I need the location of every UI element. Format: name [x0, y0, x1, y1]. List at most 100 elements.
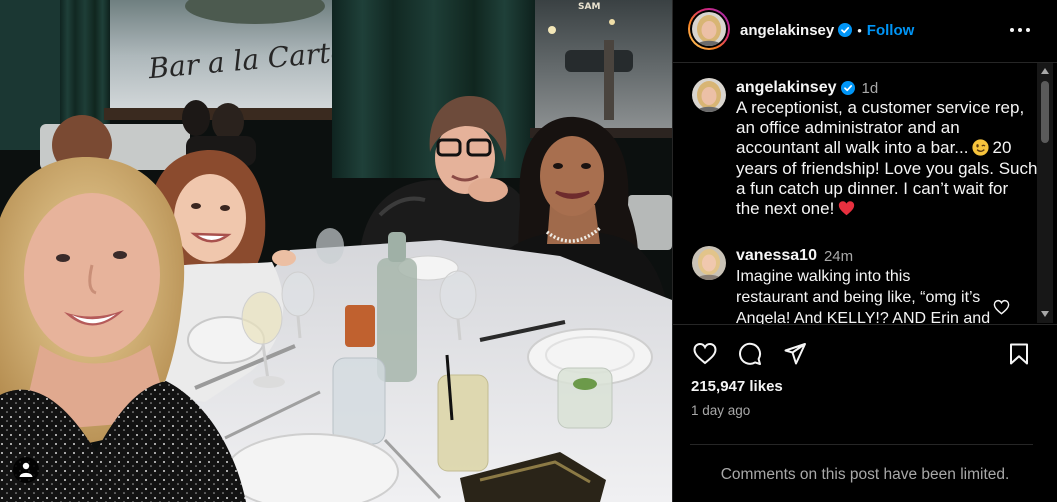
emoji-face — [972, 139, 990, 156]
winking-face-emoji — [972, 139, 990, 156]
avatar-face — [701, 87, 717, 105]
comment-text: Imagine walking into this restaurant and… — [736, 266, 991, 325]
woman-face — [174, 174, 246, 262]
wine-glass-stem — [296, 315, 302, 339]
woman-eye — [220, 205, 230, 211]
comment-line: Angela! And KELLY!? AND Erin and — [736, 310, 991, 325]
comment-line: restaurant and being like, “omg it’s — [736, 289, 981, 306]
woman-hand — [272, 250, 296, 266]
avatar-face — [701, 21, 717, 39]
wine-glass-bowl — [439, 270, 477, 320]
comments-scroll-area[interactable]: angelakinsey 1d A receptionist, a custom… — [673, 63, 1057, 325]
dot — [1018, 28, 1022, 32]
parked-car — [565, 50, 633, 72]
caption-line-with-emoji: accountant all walk into a bar... 20 — [736, 138, 1037, 158]
caption-user-row: angelakinsey 1d — [736, 78, 878, 98]
avatar — [692, 246, 726, 280]
wine-glass-bowl — [281, 271, 315, 317]
instagram-post-modal: Bar a la Carte SAM angelakinsey • Follow… — [0, 0, 1057, 502]
divider — [690, 444, 1033, 445]
wine-glass-bowl — [241, 291, 283, 345]
cocktail-glass — [557, 367, 613, 429]
background-diner-head — [182, 100, 210, 136]
avatar — [692, 12, 726, 46]
lemonade-glass — [437, 374, 489, 472]
caption-timestamp[interactable]: 1d — [862, 80, 879, 97]
caption-line: years of friendship! Love you gals. Such — [736, 158, 1038, 178]
dot — [1026, 28, 1030, 32]
woman-eye — [191, 203, 201, 209]
woman-eye — [113, 251, 127, 259]
comment-username[interactable]: vanessa10 — [736, 247, 817, 265]
comment-timestamp[interactable]: 24m — [824, 248, 853, 265]
comments-scrollbar[interactable] — [1037, 63, 1053, 323]
caption-line: a fun catch up dinner. I can’t wait for — [736, 178, 1009, 198]
street-light — [609, 19, 615, 25]
emoji-wink — [981, 145, 986, 147]
storefront-sign-text: SAM — [578, 2, 600, 12]
badge-circle — [838, 23, 853, 37]
profile-avatar-story-ring[interactable] — [688, 8, 730, 50]
woman-eye — [56, 254, 70, 262]
dot — [1010, 28, 1014, 32]
like-heart-icon[interactable] — [693, 342, 717, 366]
woman-eye — [553, 163, 563, 169]
comment-avatar[interactable] — [692, 246, 726, 280]
avatar — [692, 78, 726, 112]
caption-avatar[interactable] — [692, 78, 726, 112]
follow-button[interactable]: Follow — [867, 22, 915, 39]
comments-limited-notice: Comments on this post have been limited. — [720, 466, 1010, 483]
header-username[interactable]: angelakinsey — [740, 22, 834, 39]
caption-line-with-emoji: the next one! — [736, 199, 1037, 219]
more-options-icon[interactable] — [1009, 24, 1031, 36]
red-heart-emoji — [839, 201, 855, 216]
avatar-inner — [690, 10, 728, 48]
arrow-shape — [1041, 68, 1049, 74]
woman-eye — [581, 163, 591, 169]
post-header: angelakinsey • Follow — [673, 0, 1057, 63]
caption-line-text: the next one! — [736, 199, 835, 219]
mint-garnish — [573, 378, 597, 390]
plane-outline — [784, 343, 806, 365]
post-date[interactable]: 1 day ago — [691, 403, 750, 418]
header-separator: • — [857, 22, 862, 38]
bookmark-icon[interactable] — [1007, 342, 1031, 366]
tagged-users-icon[interactable] — [13, 457, 39, 483]
caption-line-text: accountant all walk into a bar... — [736, 138, 969, 158]
caption-line: A receptionist, a customer service rep, — [736, 98, 1025, 117]
post-details-panel: angelakinsey • Follow angelakinsey 1d A … — [672, 0, 1057, 502]
likes-count[interactable]: 215,947 likes — [691, 378, 783, 395]
arrow-shape — [1041, 311, 1049, 317]
water-bottle-neck — [388, 232, 406, 262]
caption-line: an office administrator and an — [736, 118, 960, 138]
scroll-down-arrow-icon[interactable] — [1040, 310, 1050, 318]
emoji-eye — [976, 144, 980, 148]
caption-line-text: 20 — [992, 138, 1012, 158]
bubble-outline — [739, 342, 762, 365]
heart-outline — [993, 299, 1010, 315]
post-photo[interactable]: Bar a la Carte SAM — [0, 0, 672, 502]
verified-badge-icon — [838, 23, 853, 37]
badge-circle — [840, 81, 855, 95]
comment-line: Imagine walking into this — [736, 268, 911, 285]
comment-like-heart-icon[interactable] — [993, 299, 1010, 315]
woman-face — [540, 136, 604, 216]
comment-bubble-icon[interactable] — [738, 342, 762, 366]
scrollbar-thumb[interactable] — [1041, 81, 1049, 143]
street-tree-trunk — [604, 40, 614, 120]
paper-plane-icon[interactable] — [783, 342, 807, 366]
tagged-icon-bg[interactable] — [13, 457, 39, 483]
background-diner-head — [212, 103, 244, 141]
avatar-face — [702, 254, 716, 272]
candle-holder — [345, 305, 375, 347]
woman-hand — [468, 178, 508, 202]
street-light — [548, 26, 556, 34]
tagged-icon-head — [22, 462, 30, 470]
water-glass — [332, 357, 386, 445]
emoji-heart — [839, 201, 855, 216]
scroll-up-arrow-icon[interactable] — [1040, 67, 1050, 75]
wine-glass-base — [253, 376, 285, 388]
wine-glass-bowl — [316, 228, 344, 264]
plate-bottom — [225, 433, 399, 502]
caption-username[interactable]: angelakinsey — [736, 79, 837, 97]
